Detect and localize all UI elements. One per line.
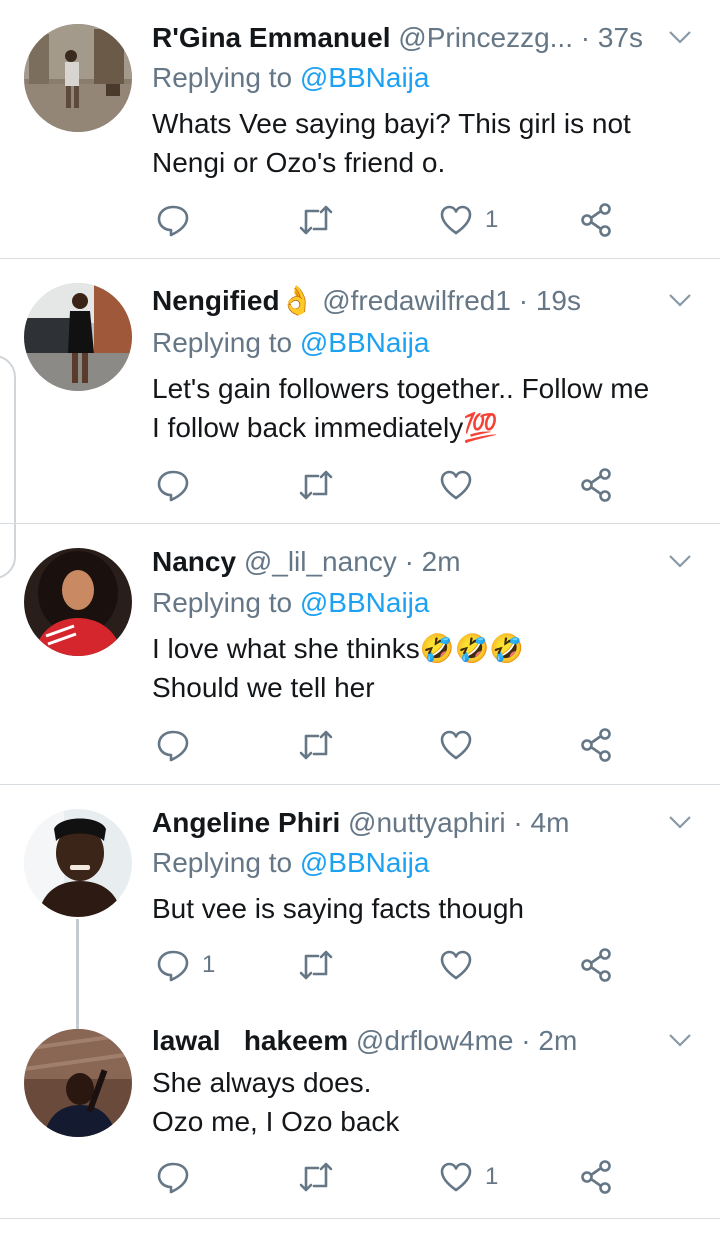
reply-button[interactable] — [156, 725, 202, 765]
share-icon — [581, 1160, 611, 1194]
tweet-time: · 19s — [518, 285, 581, 316]
tweet-rgina[interactable]: R'Gina Emmanuel @Princezzg... · 37s Repl… — [0, 0, 720, 258]
ok-hand-emoji: 👌 — [279, 285, 315, 316]
share-button[interactable] — [580, 465, 612, 505]
like-icon — [440, 205, 472, 235]
retweet-button[interactable] — [298, 200, 334, 240]
tweet-lawal[interactable]: lawal hakeem @drflow4me · 2m She always … — [0, 1007, 720, 1217]
avatar[interactable] — [24, 24, 132, 132]
share-button[interactable] — [580, 200, 612, 240]
author-handle[interactable]: @fredawilfred1 — [322, 285, 511, 316]
replying-to-handle[interactable]: @BBNaija — [300, 587, 430, 618]
tweet-text-line: Nengi or Ozo's friend o. — [152, 147, 446, 178]
reply-button[interactable]: 1 — [156, 945, 215, 985]
replying-to-handle[interactable]: @BBNaija — [300, 62, 430, 93]
replying-to-label: Replying to — [152, 847, 293, 878]
tweet-angeline[interactable]: Angeline Phiri @nuttyaphiri · 4m Replyin… — [0, 785, 720, 1029]
author-handle[interactable]: @drflow4me — [356, 1025, 514, 1056]
retweet-button[interactable] — [298, 945, 334, 985]
tweet-nengified[interactable]: Nengified👌 @fredawilfred1 · 19s Replying… — [0, 259, 720, 523]
like-icon — [440, 470, 472, 500]
reply-count: 1 — [202, 951, 216, 978]
reply-icon — [157, 470, 189, 502]
reply-button[interactable] — [156, 465, 202, 505]
tweet-time: · 2m — [404, 546, 461, 577]
author-name[interactable]: lawal hakeem — [152, 1025, 348, 1056]
share-icon — [581, 468, 611, 502]
tweet-nancy[interactable]: Nancy @_lil_nancy · 2m Replying to @BBNa… — [0, 524, 720, 784]
share-icon — [581, 728, 611, 762]
avatar[interactable] — [24, 809, 132, 917]
retweet-button[interactable] — [298, 725, 334, 765]
author-name[interactable]: Nengified — [152, 285, 280, 316]
reply-button[interactable] — [156, 200, 202, 240]
tweet-text-line: But vee is saying facts though — [152, 893, 524, 924]
retweet-button[interactable] — [298, 1157, 334, 1197]
author-handle[interactable]: @Princezzg... — [398, 22, 573, 53]
like-icon — [440, 730, 472, 760]
share-button[interactable] — [580, 725, 612, 765]
tweet-text-line: Let's gain followers together.. Follow m… — [152, 373, 650, 404]
author-handle[interactable]: @_lil_nancy — [244, 546, 397, 577]
chevron-down-icon[interactable] — [668, 1033, 692, 1047]
reply-icon — [157, 950, 189, 982]
avatar[interactable] — [24, 1029, 132, 1137]
divider — [0, 1218, 720, 1219]
like-button[interactable] — [439, 725, 485, 765]
retweet-button[interactable] — [298, 465, 334, 505]
avatar[interactable] — [24, 283, 132, 391]
tweet-text-line: I follow back immediately💯 — [152, 412, 499, 443]
replying-to-handle[interactable]: @BBNaija — [300, 847, 430, 878]
like-button[interactable]: 1 — [439, 1157, 498, 1197]
tweet-text-line: I love what she thinks🤣🤣🤣 — [152, 633, 525, 664]
like-count: 1 — [485, 1163, 499, 1190]
reply-icon — [157, 730, 189, 762]
like-button[interactable]: 1 — [439, 200, 498, 240]
retweet-icon — [299, 950, 333, 980]
share-icon — [581, 948, 611, 982]
reply-icon — [157, 1162, 189, 1194]
chevron-down-icon[interactable] — [668, 30, 692, 44]
share-icon — [581, 203, 611, 237]
author-name[interactable]: Nancy — [152, 546, 236, 577]
share-button[interactable] — [580, 945, 612, 985]
retweet-icon — [299, 470, 333, 500]
like-button[interactable] — [439, 945, 485, 985]
like-icon — [440, 1162, 472, 1192]
replying-to-handle[interactable]: @BBNaija — [300, 327, 430, 358]
reply-button[interactable] — [156, 1157, 202, 1197]
like-icon — [440, 950, 472, 980]
replying-to-label: Replying to — [152, 587, 293, 618]
like-count: 1 — [485, 206, 499, 233]
replying-to-label: Replying to — [152, 62, 293, 93]
author-handle[interactable]: @nuttyaphiri — [348, 807, 506, 838]
tweet-text-line: She always does. — [152, 1067, 372, 1098]
like-button[interactable] — [439, 465, 485, 505]
tweet-text-line: Should we tell her — [152, 672, 375, 703]
share-button[interactable] — [580, 1157, 612, 1197]
replying-to-label: Replying to — [152, 327, 293, 358]
retweet-icon — [299, 205, 333, 235]
tweet-time: · 37s — [580, 22, 644, 53]
tweet-text-line: Whats Vee saying bayi? This girl is not — [152, 108, 631, 139]
chevron-down-icon[interactable] — [668, 293, 692, 307]
avatar[interactable] — [24, 548, 132, 656]
retweet-icon — [299, 1162, 333, 1192]
retweet-icon — [299, 730, 333, 760]
tweet-time: · 4m — [513, 807, 570, 838]
chevron-down-icon[interactable] — [668, 815, 692, 829]
reply-icon — [157, 205, 189, 237]
author-name[interactable]: Angeline Phiri — [152, 807, 340, 838]
chevron-down-icon[interactable] — [668, 554, 692, 568]
tweet-time: · 2m — [521, 1025, 578, 1056]
author-name[interactable]: R'Gina Emmanuel — [152, 22, 391, 53]
tweet-text-line: Ozo me, I Ozo back — [152, 1106, 400, 1137]
